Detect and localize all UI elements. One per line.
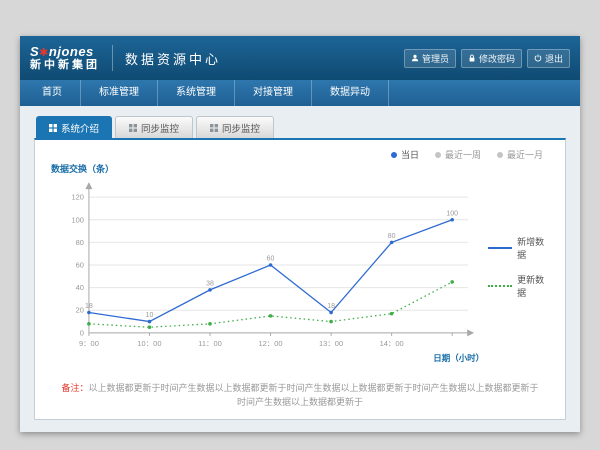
header-divider <box>112 45 113 71</box>
svg-text:60: 60 <box>76 261 84 270</box>
time-range-filter: 当日 最近一周 最近一月 <box>391 148 543 161</box>
legend-label: 更新数据 <box>517 273 553 299</box>
grid-icon <box>129 124 137 132</box>
tab-bar: 系统介绍 同步监控 同步监控 <box>36 116 566 138</box>
legend-item-updated-data[interactable]: 更新数据 <box>488 273 553 299</box>
footer-note: 备注：以上数据都更新于时间产生数据以上数据都更新于时间产生数据以上数据都更新于时… <box>47 381 553 410</box>
svg-text:12：00: 12：00 <box>258 339 282 348</box>
tab-label: 同步监控 <box>222 121 260 135</box>
filter-label: 最近一月 <box>507 148 543 161</box>
note-label: 备注： <box>61 383 88 393</box>
svg-text:40: 40 <box>76 283 84 292</box>
legend-label: 新增数据 <box>517 235 553 261</box>
chart-row: 0 20 40 60 80 100 120 9：00 10：00 11：00 12：00 13：00 1… <box>47 177 553 367</box>
main-nav: 首页 标准管理 系统管理 对接管理 数据异动 <box>20 80 580 106</box>
svg-text:18: 18 <box>327 303 335 310</box>
svg-text:80: 80 <box>76 238 84 247</box>
grid-icon <box>210 124 218 132</box>
svg-text:100: 100 <box>71 215 83 224</box>
svg-text:18: 18 <box>85 303 93 310</box>
app-window: S✱njones 新中新集团 数据资源中心 管理员 修改密码 退出 <box>20 36 580 432</box>
content-area: 系统介绍 同步监控 同步监控 当日 <box>20 106 580 432</box>
brand-subtitle: 新中新集团 <box>30 60 100 72</box>
app-header: S✱njones 新中新集团 数据资源中心 管理员 修改密码 退出 <box>20 36 580 80</box>
app-title: 数据资源中心 <box>125 49 221 68</box>
chart-panel: 当日 最近一周 最近一月 数据交换（条） 0 20 40 60 80 100 120 9：00… <box>34 138 566 420</box>
note-text: 以上数据都更新于时间产生数据以上数据都更新于时间产生数据以上数据都更新于时间产生… <box>89 383 539 407</box>
tab-label: 系统介绍 <box>61 121 99 135</box>
svg-text:10: 10 <box>146 312 154 319</box>
filter-today[interactable]: 当日 <box>391 148 419 161</box>
filter-dot <box>391 152 397 158</box>
tab-sync-monitor-1[interactable]: 同步监控 <box>115 116 193 138</box>
svg-text:120: 120 <box>71 193 83 202</box>
logo-star-icon: ✱ <box>39 47 49 59</box>
y-axis-title: 数据交换（条） <box>51 162 553 175</box>
logout-label: 退出 <box>545 52 563 65</box>
user-icon <box>411 54 419 62</box>
grid-icon <box>49 124 57 132</box>
svg-text:14：00: 14：00 <box>380 339 404 348</box>
legend-item-new-data[interactable]: 新增数据 <box>488 235 553 261</box>
svg-text:13：00: 13：00 <box>319 339 343 348</box>
filter-dot <box>435 152 441 158</box>
tab-label: 同步监控 <box>141 121 179 135</box>
brand-logo[interactable]: S✱njones 新中新集团 <box>30 45 100 71</box>
series-legend: 新增数据 更新数据 <box>488 235 553 299</box>
svg-text:60: 60 <box>267 256 275 263</box>
svg-text:11：00: 11：00 <box>198 339 222 348</box>
svg-text:38: 38 <box>206 280 214 287</box>
filter-label: 最近一周 <box>445 148 481 161</box>
nav-item-home[interactable]: 首页 <box>24 80 81 106</box>
nav-item-system-mgmt[interactable]: 系统管理 <box>158 80 235 106</box>
nav-item-data-change[interactable]: 数据异动 <box>312 80 389 106</box>
brand-name: S✱njones <box>30 45 100 60</box>
svg-text:10：00: 10：00 <box>137 339 161 348</box>
admin-user-label: 管理员 <box>422 52 449 65</box>
line-chart: 0 20 40 60 80 100 120 9：00 10：00 11：00 12：00 13：00 1… <box>47 177 486 367</box>
svg-text:80: 80 <box>388 233 396 240</box>
change-password-label: 修改密码 <box>479 52 515 65</box>
admin-user-button[interactable]: 管理员 <box>404 49 456 68</box>
filter-last-month[interactable]: 最近一月 <box>497 148 543 161</box>
line-sample <box>488 247 512 249</box>
lock-icon <box>468 54 476 62</box>
nav-item-standard-mgmt[interactable]: 标准管理 <box>81 80 158 106</box>
tab-system-intro[interactable]: 系统介绍 <box>36 116 112 138</box>
filter-label: 当日 <box>401 148 419 161</box>
svg-text:20: 20 <box>76 306 84 315</box>
nav-item-integration-mgmt[interactable]: 对接管理 <box>235 80 312 106</box>
line-sample <box>488 285 512 287</box>
svg-text:100: 100 <box>446 210 458 217</box>
tab-sync-monitor-2[interactable]: 同步监控 <box>196 116 274 138</box>
desktop-background: S✱njones 新中新集团 数据资源中心 管理员 修改密码 退出 <box>0 0 600 450</box>
svg-text:日期（小时）: 日期（小时） <box>433 353 484 363</box>
filter-dot <box>497 152 503 158</box>
logout-button[interactable]: 退出 <box>527 49 570 68</box>
filter-last-week[interactable]: 最近一周 <box>435 148 481 161</box>
svg-text:9：00: 9：00 <box>79 339 99 348</box>
power-icon <box>534 54 542 62</box>
header-actions: 管理员 修改密码 退出 <box>404 49 570 68</box>
svg-text:0: 0 <box>80 328 84 337</box>
change-password-button[interactable]: 修改密码 <box>461 49 522 68</box>
